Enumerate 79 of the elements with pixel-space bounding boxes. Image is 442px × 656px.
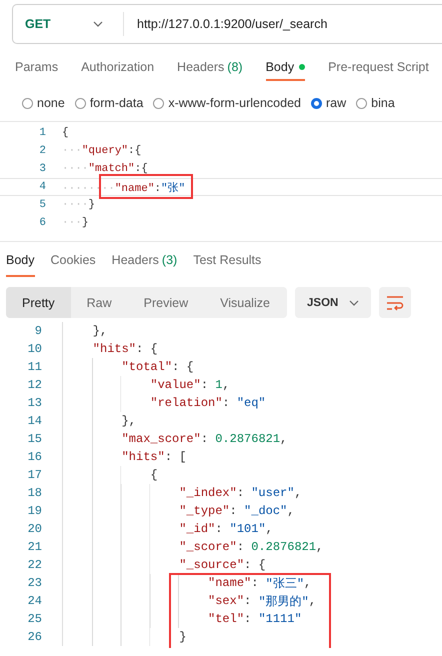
code-line: "max_score": 0.2876821,	[122, 431, 288, 448]
code-line: ····}	[62, 199, 96, 211]
line-number: 22	[0, 556, 63, 574]
line-number: 3	[38, 163, 46, 175]
line-number: 19	[0, 502, 63, 520]
code-line: {	[62, 127, 69, 139]
code-line: {	[150, 467, 158, 484]
line-number: 14	[0, 412, 63, 430]
line-number: 2	[38, 145, 46, 157]
radio-button[interactable]	[153, 98, 164, 108]
line-number: 16	[0, 448, 63, 466]
code-line: },	[92, 323, 108, 340]
line-number: 15	[0, 430, 63, 448]
response-tab[interactable]: Headers (3)	[112, 251, 178, 277]
view-mode-tab[interactable]: Visualize	[204, 287, 286, 318]
method-dropdown[interactable]: GET	[13, 12, 124, 36]
line-number: 11	[0, 358, 63, 376]
view-mode-tab[interactable]: Preview	[128, 287, 204, 318]
code-line: "total": {	[122, 359, 194, 376]
body-type-radio[interactable]: none	[22, 96, 65, 110]
code-line: "_source": {	[179, 557, 266, 574]
line-number: 23	[0, 574, 63, 592]
chevron-icon	[349, 300, 359, 306]
code-line: "_score": 0.2876821,	[179, 539, 324, 556]
radio-button[interactable]	[74, 98, 86, 108]
line-number: 13	[0, 394, 63, 412]
line-number: 25	[0, 610, 63, 628]
radio-button[interactable]	[22, 98, 33, 108]
code-line: "sex": "那男的",	[208, 593, 316, 610]
response-tab[interactable]: Cookies	[50, 251, 96, 277]
radio-button[interactable]	[311, 98, 322, 108]
code-line: ···}	[62, 217, 88, 229]
code-line: "hits": [	[122, 449, 186, 466]
line-number: 17	[0, 466, 63, 484]
line-number: 21	[0, 538, 63, 556]
code-line: "relation": "eq"	[150, 395, 266, 412]
request-tab[interactable]: Params	[15, 55, 58, 81]
line-number: 20	[0, 520, 63, 538]
code-line: "tel": "1111"	[208, 611, 302, 628]
line-number: 1	[38, 127, 46, 139]
code-line: ····"match":{	[62, 163, 148, 175]
format-dropdown[interactable]: JSON	[295, 287, 371, 318]
code-line: "hits": {	[92, 341, 158, 358]
url-field[interactable]: http://127.0.0.1:9200/user/_search	[137, 17, 328, 31]
line-number: 4	[38, 181, 46, 193]
code-line: "_id": "101",	[179, 521, 273, 538]
format-label: JSON	[307, 296, 338, 308]
code-line: },	[122, 413, 136, 430]
code-line: "_type": "_doc",	[179, 503, 294, 520]
response-tab[interactable]: Test Results	[193, 251, 262, 277]
body-type-radio[interactable]: form-data	[74, 96, 144, 110]
code-line: "name": "张三",	[208, 575, 312, 592]
line-number: 6	[38, 217, 46, 229]
line-number: 12	[0, 376, 63, 394]
wrap-button[interactable]	[379, 287, 411, 318]
view-mode-tab[interactable]: Pretty	[6, 287, 71, 318]
method-label: GET	[25, 17, 51, 31]
response-tab[interactable]: Body	[6, 251, 34, 277]
body-type-radio[interactable]: bina	[356, 96, 395, 110]
request-tab[interactable]: Headers (8)	[177, 55, 243, 81]
line-number: 24	[0, 592, 63, 610]
line-number: 10	[0, 340, 63, 358]
code-line: "_index": "user",	[179, 485, 302, 502]
request-tab[interactable]: Authorization	[81, 55, 154, 81]
view-mode-tab[interactable]: Raw	[70, 287, 128, 318]
code-line: "value": 1,	[150, 377, 230, 394]
request-tab[interactable]: Body	[266, 55, 306, 81]
code-line: }	[179, 629, 186, 646]
request-tab[interactable]: Pre-request Script	[328, 55, 429, 81]
line-number: 26	[0, 628, 63, 646]
body-type-radio[interactable]: raw	[311, 96, 346, 110]
code-line: ···"query":{	[62, 145, 142, 157]
line-number: 18	[0, 484, 63, 502]
line-number: 9	[0, 322, 63, 340]
body-type-radio[interactable]: x-www-form-urlencoded	[153, 96, 301, 110]
chevron-icon	[93, 21, 103, 27]
radio-button[interactable]	[356, 98, 368, 108]
wrap-lines-icon	[386, 294, 404, 310]
line-number: 5	[38, 199, 46, 211]
